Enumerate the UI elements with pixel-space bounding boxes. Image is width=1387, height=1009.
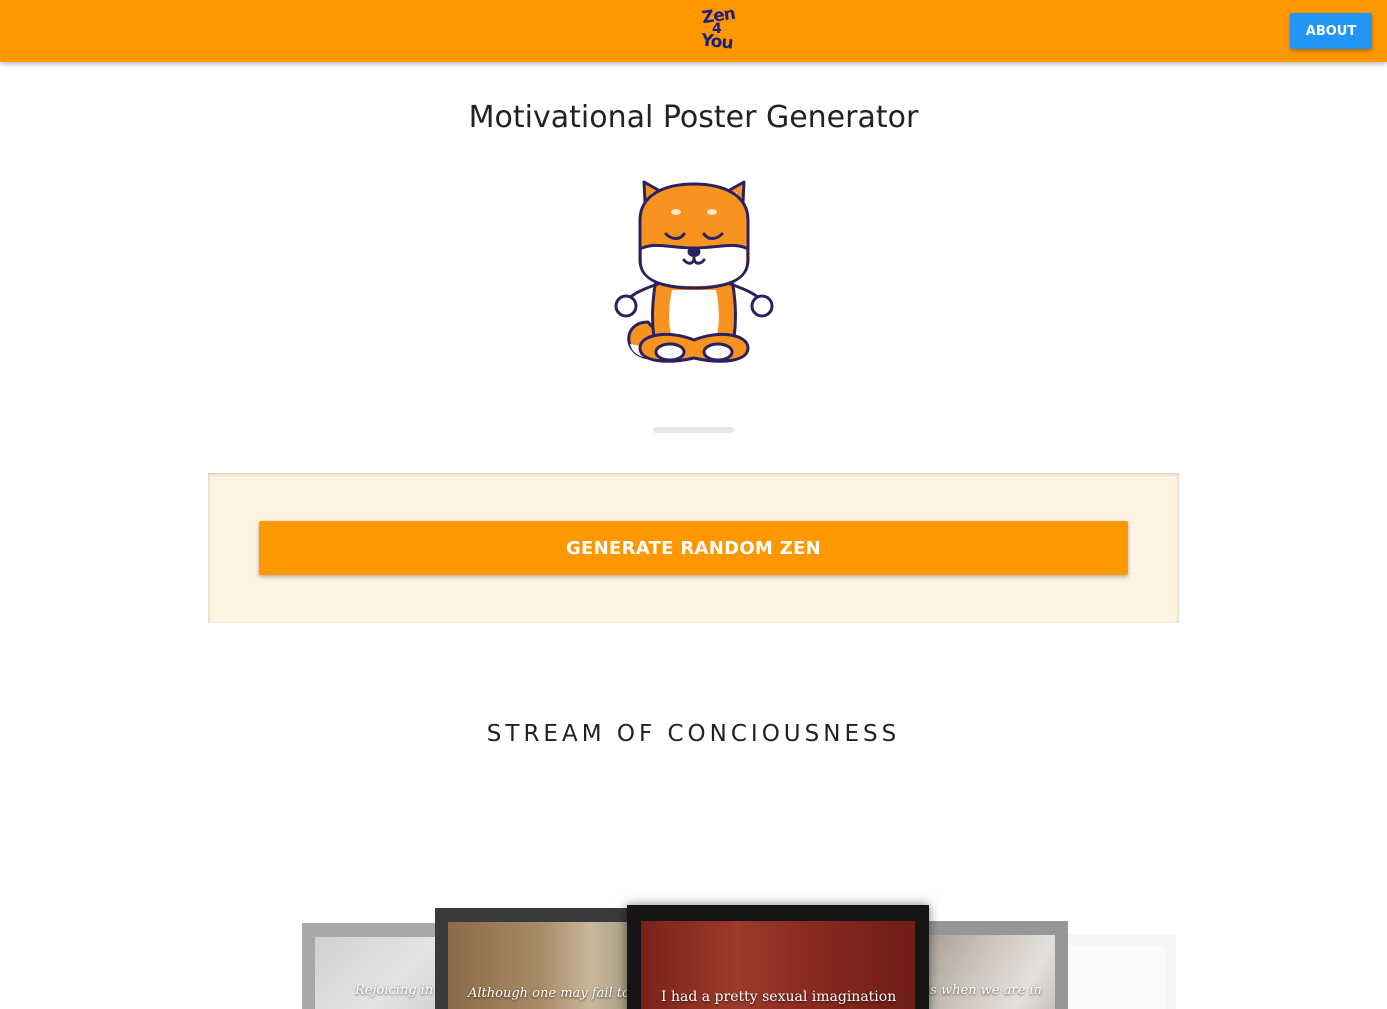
stream-title: STREAM OF CONCIOUSNESS: [486, 721, 901, 747]
poster-card[interactable]: I had a pretty sexual imagination: [627, 905, 929, 1009]
generator-panel: GENERATE RANDOM ZEN: [208, 473, 1179, 623]
page-title: Motivational Poster Generator: [468, 100, 919, 135]
logo-line-3: You: [700, 30, 734, 54]
top-app-bar: Zen 4 You ABOUT: [0, 0, 1387, 62]
poster-quote: Rejoicing in: [355, 983, 434, 998]
poster-card[interactable]: is when we are in: [905, 921, 1068, 1009]
zen4you-logo[interactable]: Zen 4 You: [695, 4, 743, 56]
progress-bar: [653, 427, 734, 433]
poster-quote: Although one may fail to find: [468, 986, 652, 1001]
poster-carousel[interactable]: Rejoicing in is when we are in Although …: [0, 890, 1387, 1009]
poster-quote: is when we are in: [926, 983, 1042, 998]
meditating-shiba-dog-icon: [614, 180, 774, 363]
poster-quote: I had a pretty sexual imagination: [661, 989, 897, 1005]
generate-random-zen-button[interactable]: GENERATE RANDOM ZEN: [259, 521, 1128, 575]
about-button[interactable]: ABOUT: [1290, 13, 1372, 49]
